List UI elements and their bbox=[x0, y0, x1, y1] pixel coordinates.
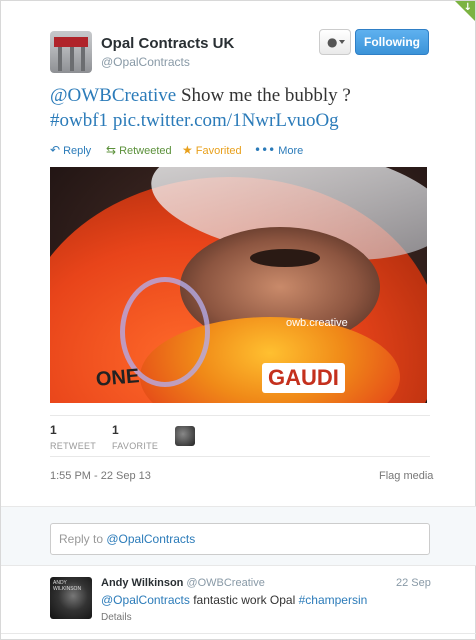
more-dots-icon: ••• bbox=[254, 143, 276, 157]
photo-sponsor-gaudi: GAUDI bbox=[262, 363, 345, 393]
retweet-action[interactable]: ⇆ Retweeted bbox=[106, 143, 172, 157]
photo-sponsor-one: ONE bbox=[95, 365, 141, 391]
chevron-down-icon bbox=[339, 40, 345, 44]
more-label: More bbox=[278, 145, 304, 157]
tweet-body: Show me the bubbly ? bbox=[176, 85, 351, 106]
reply-label: Reply bbox=[63, 145, 92, 157]
hashtag-link[interactable]: #owbf1 bbox=[50, 110, 108, 131]
tweet-card: ↓ Opal Contracts UK @OpalContracts ● Fol… bbox=[0, 0, 476, 640]
tweet-text: @OWBCreative Show me the bubbly ? #owbf1… bbox=[50, 83, 440, 133]
reply-placeholder: Reply to bbox=[59, 532, 107, 546]
favorite-stat[interactable]: 1 FAVORITE bbox=[112, 423, 158, 451]
favorite-stat-label: FAVORITE bbox=[112, 441, 159, 451]
star-icon: ★ bbox=[182, 143, 193, 157]
flag-media-link[interactable]: Flag media bbox=[379, 470, 433, 482]
following-button[interactable]: Following bbox=[355, 29, 429, 55]
reply-author-name: Andy Wilkinson bbox=[101, 577, 184, 589]
more-action[interactable]: ••• More bbox=[254, 143, 303, 157]
arrow-down-icon: ↓ bbox=[463, 2, 472, 13]
reply-author[interactable]: Andy Wilkinson @OWBCreative bbox=[101, 577, 265, 589]
favoriter-avatar[interactable] bbox=[175, 426, 195, 446]
tweet-timestamp[interactable]: 1:55 PM - 22 Sep 13 bbox=[50, 470, 151, 482]
pic-link[interactable]: pic.twitter.com/1NwrLvuoOg bbox=[108, 110, 339, 131]
author-avatar[interactable] bbox=[50, 31, 92, 73]
person-icon: ● bbox=[327, 35, 338, 49]
reply-mention-link[interactable]: @OpalContracts bbox=[101, 593, 190, 607]
photo-sponsor-owb: owb.creative bbox=[286, 317, 348, 329]
tweet-photo[interactable]: owb.creative GAUDI ONE bbox=[50, 167, 427, 403]
user-actions-button[interactable]: ● bbox=[319, 29, 351, 55]
reply-placeholder-mention: @OpalContracts bbox=[106, 532, 196, 546]
reply-arrow-icon: ↶ bbox=[50, 143, 61, 157]
reply-hashtag-link[interactable]: #champersin bbox=[299, 593, 368, 607]
favorite-action[interactable]: ★ Favorited bbox=[182, 143, 242, 157]
author-handle[interactable]: @OpalContracts bbox=[101, 55, 190, 69]
retweet-stat-label: RETWEET bbox=[50, 441, 97, 451]
author-name[interactable]: Opal Contracts UK bbox=[101, 35, 234, 52]
reply-text: @OpalContracts fantastic work Opal #cham… bbox=[101, 593, 367, 607]
divider bbox=[1, 633, 476, 634]
reply-author-handle: @OWBCreative bbox=[186, 577, 265, 589]
retweet-count: 1 bbox=[50, 423, 57, 437]
divider bbox=[50, 415, 430, 416]
retweet-stat[interactable]: 1 RETWEET bbox=[50, 423, 96, 451]
reply-body: fantastic work Opal bbox=[189, 593, 299, 607]
reply-action[interactable]: ↶ Reply bbox=[50, 143, 91, 157]
divider bbox=[50, 456, 430, 457]
retweet-label: Retweeted bbox=[119, 145, 172, 157]
reply-date[interactable]: 22 Sep bbox=[396, 577, 431, 589]
reply-details-link[interactable]: Details bbox=[101, 612, 132, 623]
retweet-icon: ⇆ bbox=[106, 143, 117, 157]
favorite-count: 1 bbox=[112, 423, 119, 437]
mention-link[interactable]: @OWBCreative bbox=[50, 85, 176, 106]
reply-area: Reply to @OpalContracts bbox=[1, 506, 476, 566]
favorite-label: Favorited bbox=[195, 145, 242, 157]
reply-author-avatar[interactable]: ANDY WILKINSON bbox=[50, 577, 92, 619]
reply-input[interactable]: Reply to @OpalContracts bbox=[50, 523, 430, 555]
